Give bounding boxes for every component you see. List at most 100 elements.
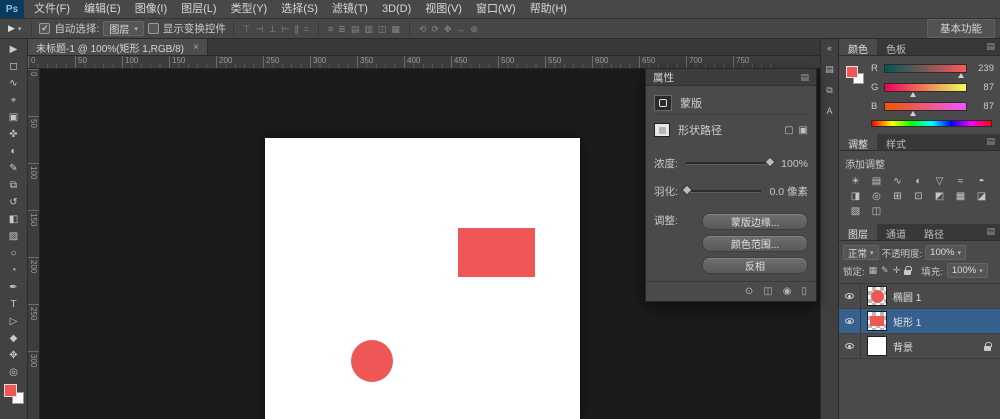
align-horizontal-centers-icon[interactable]: ∥ bbox=[292, 20, 301, 38]
slider-knob[interactable] bbox=[958, 73, 965, 78]
channel-value[interactable]: 239 bbox=[972, 63, 994, 74]
blur-tool-icon[interactable]: ○ bbox=[2, 245, 26, 262]
panel-menu-icon[interactable]: ▤ bbox=[981, 224, 1000, 240]
distribute-bottom-edges-icon[interactable]: ▤ bbox=[349, 20, 362, 38]
history-brush-tool-icon[interactable]: ↺ bbox=[2, 194, 26, 211]
opacity-dropdown[interactable]: 100% ▾ bbox=[925, 245, 966, 260]
crop-tool-icon[interactable]: ▣ bbox=[2, 109, 26, 126]
pen-tool-icon[interactable]: ✒ bbox=[2, 279, 26, 296]
exposure-icon[interactable]: ◐ bbox=[908, 174, 929, 189]
tab-paths[interactable]: 路径 bbox=[915, 224, 953, 241]
distribute-top-edges-icon[interactable]: ≡ bbox=[326, 20, 335, 38]
properties-panel-header[interactable]: 属性 ▤ bbox=[646, 69, 816, 86]
brush-tool-icon[interactable]: ✎ bbox=[2, 160, 26, 177]
properties-adjust-button[interactable]: 蒙版边缘... bbox=[702, 213, 808, 230]
align-right-edges-icon[interactable]: = bbox=[302, 20, 311, 38]
channel-value[interactable]: 87 bbox=[972, 82, 994, 93]
posterize-icon[interactable]: ▦ bbox=[950, 189, 971, 204]
curves-icon[interactable]: ∿ bbox=[887, 174, 908, 189]
mask-visibility-icon[interactable]: ◉ bbox=[783, 286, 792, 297]
gradient-tool-icon[interactable]: ▨ bbox=[2, 228, 26, 245]
layer-visibility-toggle[interactable] bbox=[839, 334, 861, 358]
load-selection-icon[interactable]: ⊙ bbox=[745, 286, 753, 297]
gradient-map-icon[interactable]: ▧ bbox=[845, 204, 866, 219]
feather-slider[interactable] bbox=[681, 184, 762, 196]
zoom-tool-icon[interactable]: ◎ bbox=[2, 364, 26, 381]
shape-tool-icon[interactable]: ◆ bbox=[2, 330, 26, 347]
auto-select-checkbox[interactable]: ✓ bbox=[39, 23, 51, 34]
document-canvas[interactable] bbox=[265, 138, 580, 419]
apply-mask-icon[interactable]: ◫ bbox=[763, 286, 772, 297]
align-top-edges-icon[interactable]: ⊤ bbox=[241, 20, 253, 38]
3d-rotate-icon[interactable]: ⟲ bbox=[417, 20, 429, 38]
clone-stamp-tool-icon[interactable]: ⧉ bbox=[2, 177, 26, 194]
hand-tool-icon[interactable]: ✥ bbox=[2, 347, 26, 364]
distribute-right-edges-icon[interactable]: ▦ bbox=[389, 20, 402, 38]
3d-scale-icon[interactable]: ⊕ bbox=[469, 20, 481, 38]
menubar-item[interactable]: 编辑(E) bbox=[77, 0, 128, 18]
color-spectrum-ramp[interactable] bbox=[871, 120, 992, 127]
layer-row-ellipse-1[interactable]: 椭圆 1 bbox=[839, 284, 1000, 309]
photo-filter-icon[interactable]: ◎ bbox=[866, 189, 887, 204]
menubar-item[interactable]: 帮助(H) bbox=[523, 0, 574, 18]
align-bottom-edges-icon[interactable]: ⊥ bbox=[267, 20, 279, 38]
layer-row-background[interactable]: 背景 bbox=[839, 334, 1000, 359]
menubar-item[interactable]: 窗口(W) bbox=[469, 0, 523, 18]
quick-selection-tool-icon[interactable]: ⌖ bbox=[2, 92, 26, 109]
marquee-tool-icon[interactable]: ◻ bbox=[2, 58, 26, 75]
add-vector-mask-icon[interactable]: ▣ bbox=[799, 125, 808, 136]
lasso-tool-icon[interactable]: ∿ bbox=[2, 75, 26, 92]
foreground-color-swatch[interactable] bbox=[3, 384, 17, 397]
distribute-horizontal-centers-icon[interactable]: ◫ bbox=[376, 20, 389, 38]
channel-mixer-icon[interactable]: ⊞ bbox=[887, 189, 908, 204]
healing-brush-tool-icon[interactable]: ◐ bbox=[2, 143, 26, 160]
properties-adjust-button[interactable]: 反相 bbox=[702, 257, 808, 274]
menubar-item[interactable]: 视图(V) bbox=[418, 0, 469, 18]
menubar-item[interactable]: 3D(D) bbox=[375, 0, 418, 18]
menubar-item[interactable]: 文件(F) bbox=[27, 0, 77, 18]
menubar-item[interactable]: 图像(I) bbox=[128, 0, 174, 18]
rectangle-shape[interactable] bbox=[458, 228, 535, 277]
collapse-panels-icon[interactable]: « bbox=[822, 41, 837, 55]
history-panel-icon[interactable]: ▤ bbox=[822, 62, 837, 76]
show-transform-checkbox[interactable] bbox=[147, 23, 159, 34]
lock-all-icon[interactable] bbox=[904, 266, 913, 275]
menubar-item[interactable]: 图层(L) bbox=[174, 0, 223, 18]
hue-saturation-icon[interactable]: ≈ bbox=[950, 174, 971, 189]
move-tool-icon[interactable]: ▶ bbox=[2, 41, 26, 58]
tab-color[interactable]: 颜色 bbox=[839, 39, 877, 56]
ellipse-shape[interactable] bbox=[351, 340, 393, 382]
fill-dropdown[interactable]: 100% ▾ bbox=[946, 263, 988, 278]
layer-row-rectangle-1[interactable]: 矩形 1 bbox=[839, 309, 1000, 334]
type-tool-icon[interactable]: T bbox=[2, 296, 26, 313]
layer-thumbnail[interactable] bbox=[867, 336, 887, 356]
panel-menu-icon[interactable]: ▤ bbox=[981, 39, 1000, 55]
layer-thumbnail[interactable] bbox=[867, 311, 887, 331]
workspace-switcher-button[interactable]: 基本功能 bbox=[927, 19, 995, 38]
align-vertical-centers-icon[interactable]: ⊣ bbox=[254, 20, 266, 38]
panel-menu-icon[interactable]: ▤ bbox=[800, 72, 809, 83]
info-panel-icon[interactable]: ⧉ bbox=[822, 83, 837, 97]
eyedropper-tool-icon[interactable]: ✜ bbox=[2, 126, 26, 143]
invert-icon[interactable]: ◩ bbox=[929, 189, 950, 204]
vibrance-icon[interactable]: ▽ bbox=[929, 174, 950, 189]
align-left-edges-icon[interactable]: ⊢ bbox=[279, 20, 291, 38]
black-white-icon[interactable]: ◨ bbox=[845, 189, 866, 204]
layer-visibility-toggle[interactable] bbox=[839, 309, 861, 333]
tab-styles[interactable]: 样式 bbox=[877, 134, 915, 151]
distribute-vertical-centers-icon[interactable]: ≣ bbox=[336, 20, 348, 38]
color-lookup-icon[interactable]: ⊡ bbox=[908, 189, 929, 204]
add-pixel-mask-icon[interactable]: ▢ bbox=[784, 125, 793, 136]
lock-position-icon[interactable]: ✛ bbox=[893, 265, 901, 276]
lock-pixels-icon[interactable]: ✎ bbox=[881, 265, 889, 276]
blue-channel-slider[interactable] bbox=[884, 102, 967, 116]
lock-transparency-icon[interactable]: ▦ bbox=[869, 265, 878, 276]
slider-knob[interactable] bbox=[909, 111, 916, 116]
channel-value[interactable]: 87 bbox=[972, 101, 994, 112]
menubar-item[interactable]: 类型(Y) bbox=[224, 0, 275, 18]
green-channel-slider[interactable] bbox=[884, 83, 967, 97]
color-balance-icon[interactable]: ◓ bbox=[971, 174, 992, 189]
3d-slide-icon[interactable]: ↔ bbox=[455, 20, 468, 38]
blend-mode-dropdown[interactable]: 正常 ▾ bbox=[843, 245, 879, 260]
properties-adjust-button[interactable]: 颜色范围... bbox=[702, 235, 808, 252]
